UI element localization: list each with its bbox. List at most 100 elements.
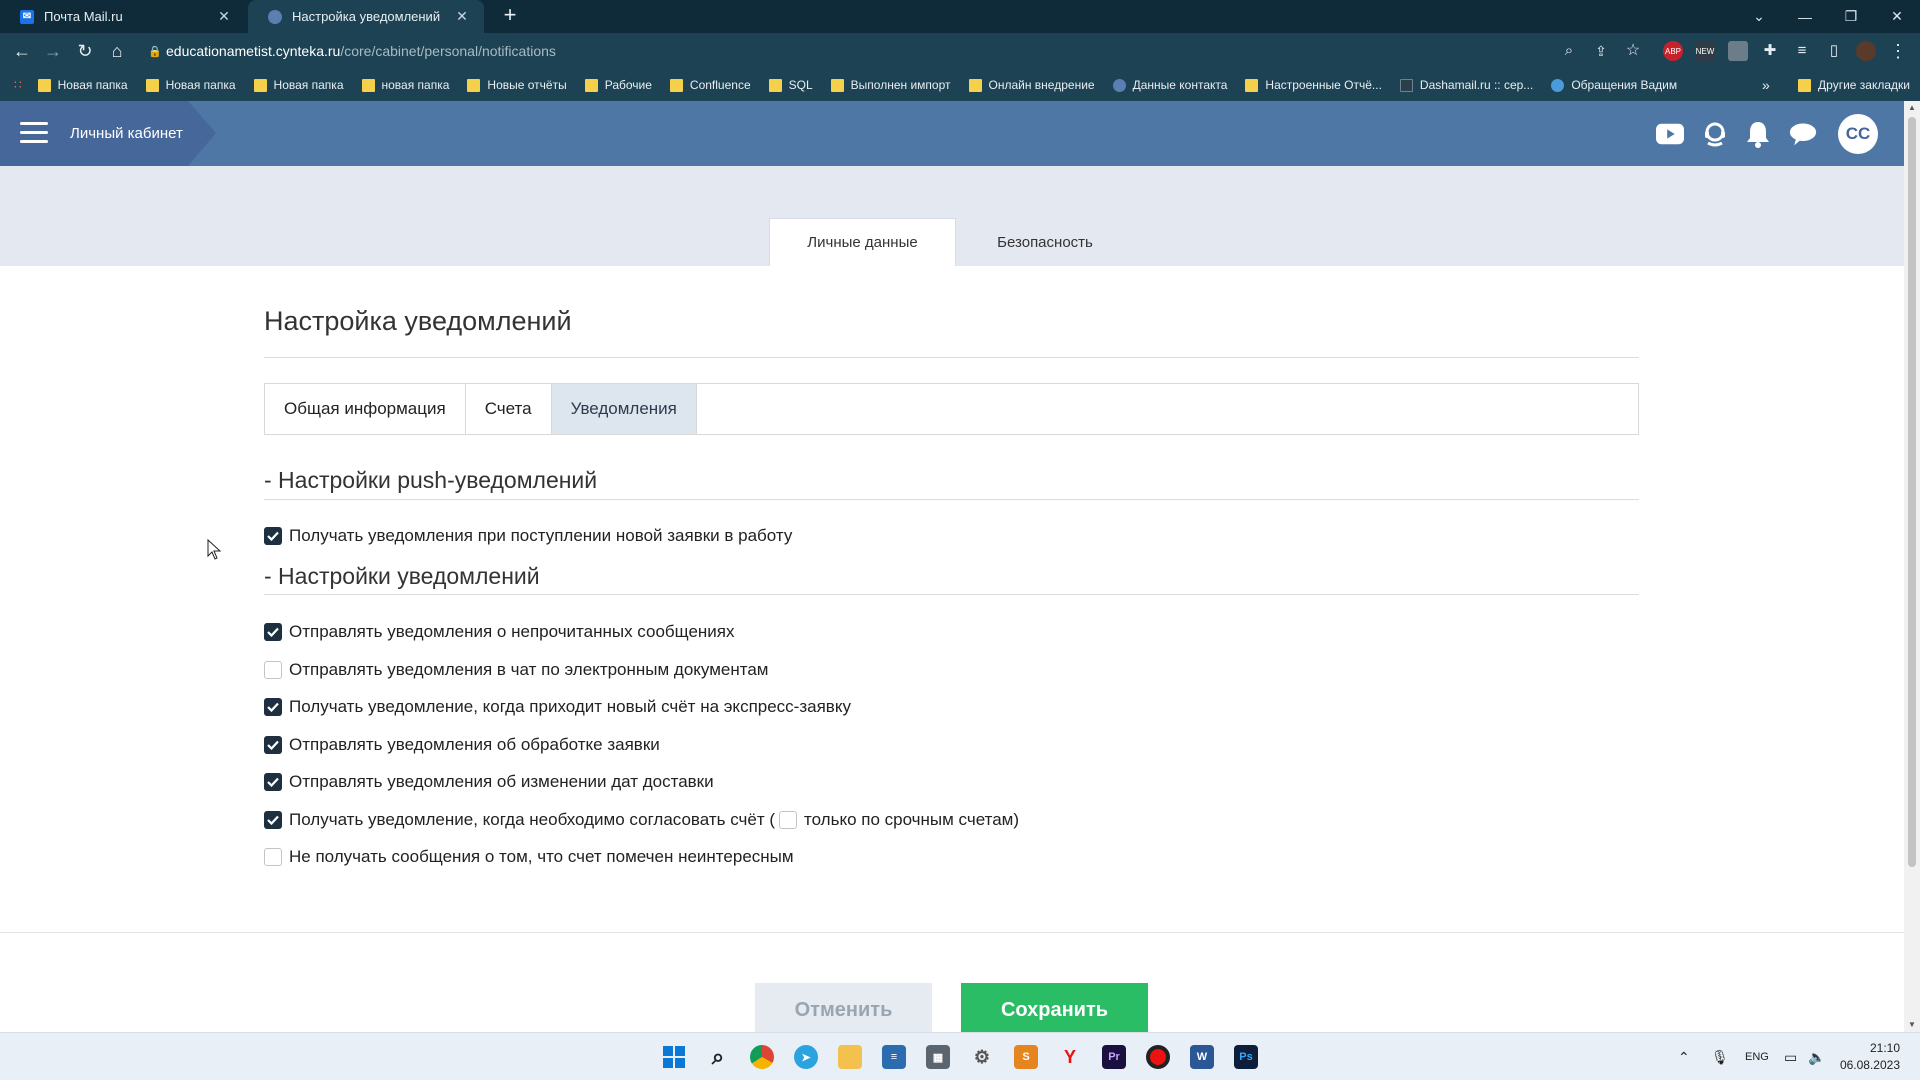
checkbox-unchecked[interactable] (264, 848, 282, 866)
cancel-button[interactable]: Отменить (755, 983, 932, 1032)
volume-icon[interactable]: 🔈 (1808, 1033, 1825, 1080)
checkbox-checked[interactable] (264, 527, 282, 545)
apps-icon[interactable]: ∷ (14, 78, 22, 92)
push-settings-heading: - Настройки push-уведомлений (264, 467, 598, 493)
minimize-button[interactable]: — (1782, 0, 1828, 33)
app-header: Личный кабинет CC (0, 101, 1904, 166)
bookmark-item[interactable]: Новые отчёты (467, 78, 567, 92)
folder-icon (145, 78, 159, 92)
reload-icon[interactable]: ↻ (73, 39, 97, 63)
tab-invoices[interactable]: Счета (466, 384, 552, 434)
windows-start-icon[interactable] (662, 1045, 686, 1069)
checkbox-unchecked[interactable] (264, 661, 282, 679)
media-icon[interactable]: ≡ (1790, 39, 1814, 63)
chat-icon[interactable] (1789, 120, 1817, 148)
input-language[interactable]: ENG (1745, 1033, 1769, 1080)
bookmark-item[interactable]: Dashamail.ru :: сер... (1399, 78, 1533, 92)
bookmark-item[interactable]: Confluence (669, 78, 751, 92)
browser-tab-notifications[interactable]: Настройка уведомлений ✕ (248, 0, 484, 33)
sublime-text-icon[interactable]: S (1014, 1045, 1038, 1069)
scroll-down-icon[interactable]: ▼ (1904, 1018, 1920, 1032)
browser-tab-mail[interactable]: ✉ Почта Mail.ru ✕ (0, 0, 246, 33)
folder-icon (361, 78, 375, 92)
footer-divider (0, 932, 1904, 933)
bookmark-item[interactable]: Обращения Вадим (1551, 78, 1677, 92)
puzzle-icon[interactable]: ✚ (1758, 39, 1782, 63)
tab-notifications[interactable]: Уведомления (551, 384, 697, 434)
extension-icon[interactable] (1728, 41, 1748, 61)
section-divider (264, 594, 1639, 595)
other-bookmarks[interactable]: Другие закладки (1798, 69, 1910, 101)
bookmark-item[interactable]: Новая папка (37, 78, 128, 92)
microphone-icon[interactable]: 🎙 (1711, 1033, 1729, 1080)
tab-search-icon[interactable]: ⌄ (1736, 0, 1782, 33)
share-icon[interactable]: ⇪ (1589, 39, 1613, 63)
scrollbar-thumb[interactable] (1908, 117, 1916, 867)
page-scrollbar[interactable]: ▲ ▼ (1904, 101, 1920, 1032)
user-avatar[interactable]: CC (1838, 114, 1878, 154)
bookmark-item[interactable]: Рабочие (584, 78, 652, 92)
checkbox-checked[interactable] (264, 736, 282, 754)
bookmark-item[interactable]: Настроенные Отчё... (1245, 78, 1382, 92)
folder-icon (830, 78, 844, 92)
premiere-pro-icon[interactable]: Pr (1102, 1045, 1126, 1069)
bookmark-item[interactable]: Онлайн внедрение (968, 78, 1095, 92)
notifications-bell-icon[interactable] (1744, 120, 1772, 148)
bookmark-item[interactable]: Новая папка (145, 78, 236, 92)
close-window-button[interactable]: ✕ (1874, 0, 1920, 33)
bookmark-item[interactable]: Данные контакта (1112, 78, 1227, 92)
checkbox-checked[interactable] (264, 698, 282, 716)
save-button[interactable]: Сохранить (961, 983, 1148, 1032)
bookmark-item[interactable]: новая папка (361, 78, 449, 92)
chrome-icon[interactable] (750, 1045, 774, 1069)
file-explorer-icon[interactable] (838, 1045, 862, 1069)
checkbox-checked[interactable] (264, 811, 282, 829)
adblock-icon[interactable]: ABP (1663, 41, 1683, 61)
search-icon[interactable]: ⌕ (706, 1044, 730, 1069)
forward-icon[interactable]: → (41, 39, 65, 63)
tab-security[interactable]: Безопасность (960, 218, 1130, 266)
bookmark-star-icon[interactable]: ☆ (1621, 39, 1645, 63)
hamburger-menu-icon[interactable] (20, 122, 48, 144)
close-tab-icon[interactable]: ✕ (216, 8, 232, 25)
home-icon[interactable]: ⌂ (105, 39, 129, 63)
sidepanel-icon[interactable]: ▯ (1822, 39, 1846, 63)
yandex-browser-icon[interactable]: Y (1058, 1045, 1082, 1069)
checkbox-checked[interactable] (264, 773, 282, 791)
bookmark-item[interactable]: Выполнен импорт (830, 78, 951, 92)
checkbox-checked[interactable] (264, 623, 282, 641)
new-extension-icon[interactable]: NEW (1695, 41, 1715, 61)
scroll-up-icon[interactable]: ▲ (1904, 101, 1920, 115)
calculator-icon[interactable]: ▦ (926, 1045, 950, 1069)
notification-setting-row: Получать уведомление, когда необходимо с… (264, 808, 1019, 832)
bookmark-label: Онлайн внедрение (988, 78, 1095, 92)
back-icon[interactable]: ← (10, 39, 34, 63)
support-icon[interactable] (1701, 120, 1729, 148)
breadcrumb[interactable]: Личный кабинет (0, 101, 216, 166)
telegram-icon[interactable]: ➤ (794, 1045, 818, 1069)
bookmarks-overflow-icon[interactable]: » (1762, 69, 1770, 101)
checkbox-label: Отправлять уведомления об обработке заяв… (289, 735, 660, 754)
zoom-icon[interactable]: ⌕ (1557, 39, 1581, 63)
settings-gear-icon[interactable]: ⚙ (970, 1045, 994, 1069)
close-tab-icon[interactable]: ✕ (454, 8, 470, 25)
network-icon[interactable]: ▭ (1784, 1033, 1797, 1080)
bookmark-item[interactable]: Новая папка (253, 78, 344, 92)
menu-dots-icon[interactable]: ⋮ (1886, 39, 1910, 63)
new-tab-button[interactable]: + (498, 4, 522, 28)
word-icon[interactable]: W (1190, 1045, 1214, 1069)
screen-recorder-icon[interactable] (1146, 1045, 1170, 1069)
profile-avatar-icon[interactable] (1856, 41, 1876, 61)
youtube-icon[interactable] (1656, 120, 1684, 148)
tab-personal-data[interactable]: Личные данные (769, 218, 956, 266)
url-field[interactable]: 🔒 educationametist.cynteka.ru /core/cabi… (138, 37, 1638, 65)
tab-general-info[interactable]: Общая информация (265, 384, 466, 434)
restore-button[interactable]: ❐ (1828, 0, 1874, 33)
notification-setting-row: Не получать сообщения о том, что счет по… (264, 845, 794, 869)
tray-overflow-icon[interactable]: ⌃ (1678, 1033, 1690, 1080)
bookmark-item[interactable]: SQL (768, 78, 813, 92)
urgent-only-checkbox[interactable] (779, 811, 797, 829)
photoshop-icon[interactable]: Ps (1234, 1045, 1258, 1069)
notepad-icon[interactable]: ≡ (882, 1045, 906, 1069)
system-clock[interactable]: 21:10 06.08.2023 (1840, 1040, 1900, 1074)
